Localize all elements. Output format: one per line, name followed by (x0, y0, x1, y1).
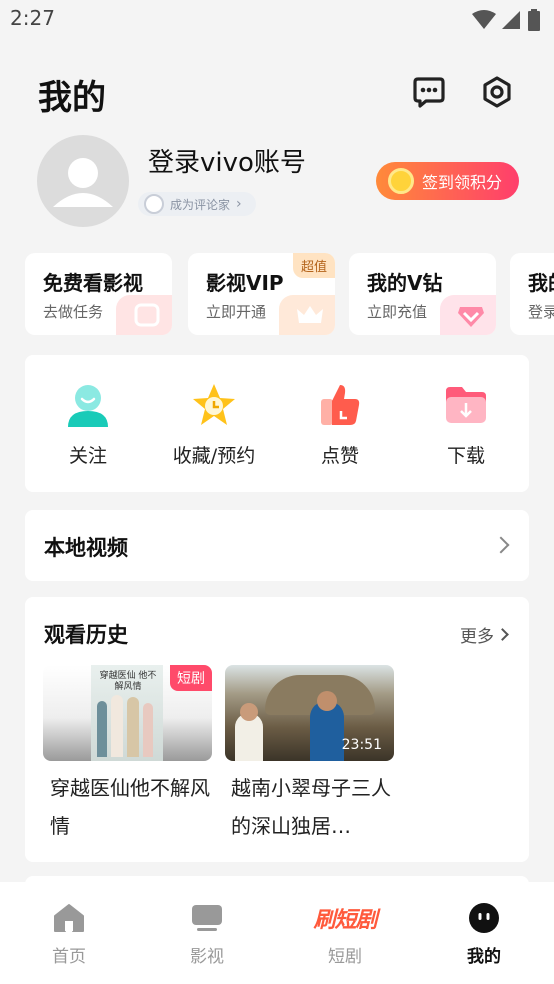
fav-like[interactable]: 点赞 (280, 383, 400, 468)
quick-card-vdiamond[interactable]: 我的V钻 立即充值 (349, 253, 496, 335)
login-link[interactable]: 登录vivo账号 (148, 142, 306, 179)
reviewer-badge-label: 成为评论家 (170, 197, 231, 212)
tab-home[interactable]: 首页 (24, 900, 114, 967)
avatar[interactable] (37, 135, 129, 227)
video-duration: 23:51 (341, 737, 382, 753)
poster-image: 穿越医仙 他不解风情 (91, 665, 163, 761)
poster-text: 穿越医仙 他不解风情 (99, 671, 157, 692)
download-folder-icon (446, 387, 486, 423)
mine-face-icon (469, 903, 499, 933)
more-label: 更多 (460, 627, 494, 647)
tab-label: 影视 (190, 947, 224, 967)
home-icon (54, 904, 84, 932)
bottom-tab-bar: 首页 影视 刷短剧 短剧 我的 (0, 882, 554, 984)
battery-icon (528, 9, 540, 31)
fav-label: 收藏/预约 (172, 445, 256, 467)
tv-icon (192, 905, 222, 931)
history-thumb-1[interactable]: 穿越医仙 他不解风情 短剧 (43, 665, 212, 761)
reviewer-badge[interactable]: 成为评论家 › (138, 192, 256, 216)
history-item-title[interactable]: 越南小翠母子三人的深山独居… (231, 769, 393, 845)
tab-label: 我的 (467, 947, 501, 967)
settings-button[interactable] (479, 74, 515, 110)
favorites-panel: 关注 收藏/预约 点赞 下载 (25, 355, 529, 492)
short-drama-badge: 短剧 (170, 665, 212, 691)
history-title: 观看历史 (44, 623, 128, 647)
coin-icon (388, 168, 414, 194)
history-thumb-2[interactable]: 23:51 (225, 665, 394, 761)
message-button[interactable] (411, 74, 447, 110)
page-title: 我的 (38, 78, 106, 118)
chevron-right-icon: › (236, 196, 242, 212)
history-more-link[interactable]: 更多 (460, 622, 509, 647)
crown-icon (279, 295, 335, 335)
quick-card-title: 影视VIP (206, 271, 284, 295)
status-bar: 2:27 (0, 0, 554, 40)
quick-card-subtitle: 登录 (528, 303, 554, 321)
play-card-icon (116, 295, 172, 335)
tab-label: 短剧 (328, 947, 362, 967)
default-user-icon (53, 158, 113, 207)
history-panel: 观看历史 更多 穿越医仙 他不解风情 短剧 23:51 穿越医仙他不解风情 越南… (25, 597, 529, 862)
tab-label: 首页 (52, 947, 86, 967)
tab-short-drama[interactable]: 刷短剧 短剧 (300, 900, 390, 967)
local-video-row[interactable]: 本地视频 (25, 510, 529, 581)
diamond-icon (440, 295, 496, 335)
star-clock-icon (193, 384, 235, 425)
fav-label: 关注 (68, 445, 107, 467)
fav-label: 点赞 (320, 445, 359, 467)
quick-card-title: 我的V钻 (367, 271, 443, 295)
fav-follow[interactable]: 关注 (28, 383, 148, 468)
quick-card-more[interactable]: 我的 登录 (510, 253, 554, 335)
signin-button[interactable]: 签到领积分 (376, 162, 519, 200)
history-item-title[interactable]: 穿越医仙他不解风情 (50, 769, 210, 845)
signal-icon (502, 11, 520, 29)
reviewer-badge-icon (144, 194, 164, 214)
fav-collect[interactable]: 收藏/预约 (154, 383, 274, 468)
quick-card-title: 免费看影视 (43, 271, 143, 295)
chevron-right-icon (496, 628, 509, 641)
tab-movies[interactable]: 影视 (162, 900, 252, 967)
quick-card-subtitle: 去做任务 (43, 303, 104, 321)
settings-hexagon-icon (483, 76, 511, 108)
message-icon (413, 77, 445, 108)
follow-icon (68, 385, 108, 427)
fav-download[interactable]: 下载 (406, 383, 526, 468)
status-time: 2:27 (10, 6, 55, 30)
quick-card-title: 我的 (528, 271, 554, 295)
local-video-title: 本地视频 (44, 536, 128, 560)
shuaduanju-logo: 刷短剧 (313, 908, 377, 933)
value-tag: 超值 (292, 253, 335, 278)
thumb-up-icon (321, 385, 360, 425)
quick-card-subtitle: 立即开通 (206, 303, 267, 321)
chevron-right-icon (492, 536, 510, 554)
status-icons (472, 9, 540, 31)
wifi-icon (472, 10, 496, 29)
fav-label: 下载 (446, 445, 485, 467)
quick-card-free-movies[interactable]: 免费看影视 去做任务 (25, 253, 172, 335)
quick-card-vip[interactable]: 影视VIP 立即开通 超值 (188, 253, 335, 335)
quick-card-subtitle: 立即充值 (367, 303, 428, 321)
tab-mine[interactable]: 我的 (439, 900, 529, 967)
signin-label: 签到领积分 (422, 173, 503, 192)
